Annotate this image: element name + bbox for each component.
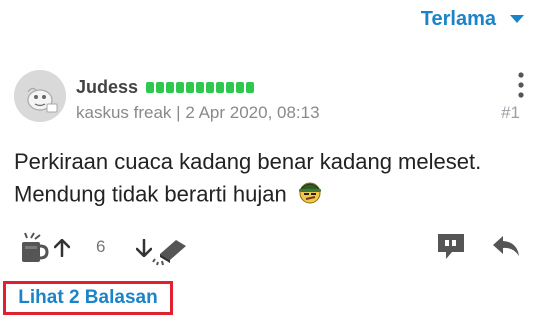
reply-button[interactable] (492, 234, 520, 263)
post-author: Judess (76, 77, 255, 98)
content-line: Perkiraan cuaca kadang benar kadang mele… (14, 149, 482, 174)
reputation-segment (146, 82, 155, 93)
reputation-segment (216, 82, 225, 93)
more-options-button[interactable] (518, 72, 524, 103)
bata-give-button[interactable] (152, 232, 188, 271)
view-replies-button[interactable]: Lihat 2 Balasan (3, 281, 173, 315)
kebab-menu-icon (518, 72, 524, 98)
chevron-down-icon (510, 14, 524, 24)
upvote-button[interactable] (53, 238, 71, 262)
content-line-2: Mendung tidak berarti hujan (14, 178, 524, 213)
sort-label: Terlama (420, 7, 496, 30)
reputation-segment (186, 82, 195, 93)
reputation-segment (206, 82, 215, 93)
quote-button[interactable] (436, 232, 466, 267)
reputation-segment (226, 82, 235, 93)
cendol-give-button[interactable] (14, 230, 50, 271)
content-line: Mendung tidak berarti hujan (14, 181, 287, 207)
reputation-segment (246, 82, 255, 93)
user-rank: kaskus freak (76, 103, 172, 122)
view-replies-label: Lihat 2 Balasan (18, 287, 158, 308)
reputation-segment (156, 82, 165, 93)
reputation-segment (166, 82, 175, 93)
cendol-cup-icon (22, 232, 49, 262)
default-avatar-icon (14, 70, 66, 122)
reputation-bar (146, 82, 255, 93)
sort-dropdown[interactable]: Terlama (421, 6, 524, 32)
quote-bubble-icon (438, 234, 464, 259)
reply-arrow-icon (493, 236, 519, 256)
brick-icon (152, 240, 186, 266)
downvote-button[interactable] (135, 238, 153, 262)
post-actions: 6 (14, 228, 526, 268)
meta-separator: | (176, 103, 181, 122)
soldier-emoticon-icon (297, 178, 323, 213)
vote-count: 6 (96, 237, 106, 256)
arrow-up-icon (53, 238, 71, 258)
username[interactable]: Judess (76, 77, 138, 98)
post-content: Perkiraan cuaca kadang benar kadang mele… (14, 146, 524, 213)
reputation-segment (236, 82, 245, 93)
reputation-segment (176, 82, 185, 93)
post-meta: kaskus freak | 2 Apr 2020, 08:13 (76, 103, 320, 123)
reputation-segment (196, 82, 205, 93)
post-number[interactable]: #1 (501, 103, 520, 123)
avatar[interactable] (14, 70, 66, 122)
post-timestamp: 2 Apr 2020, 08:13 (185, 103, 320, 122)
arrow-down-icon (135, 238, 153, 258)
